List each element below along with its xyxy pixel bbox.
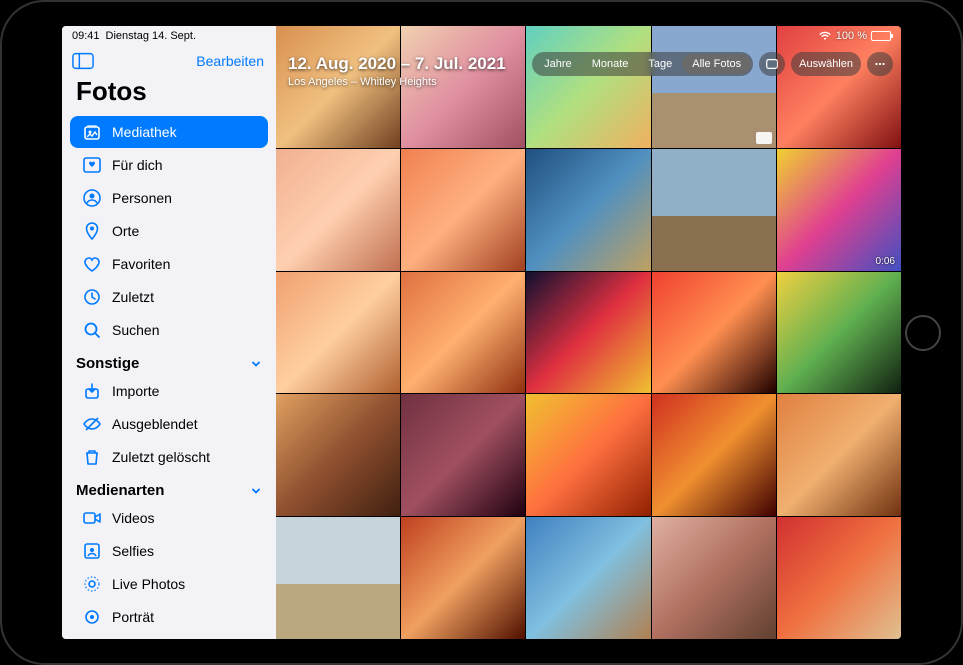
trash-icon xyxy=(82,447,102,467)
import-icon xyxy=(82,381,102,401)
photo-grid-area: 12. Aug. 2020 – 7. Jul. 2021 Los Angeles… xyxy=(276,26,901,639)
sidebar-toggle-icon[interactable] xyxy=(72,52,94,70)
edit-button[interactable]: Bearbeiten xyxy=(196,53,264,69)
photo-thumb[interactable] xyxy=(777,26,901,148)
sidebar-item-label: Importe xyxy=(112,383,159,399)
clock-icon xyxy=(82,287,102,307)
photo-thumb[interactable] xyxy=(652,394,776,516)
search-icon xyxy=(82,320,102,340)
photo-thumb[interactable] xyxy=(276,394,400,516)
segment-jahre[interactable]: Jahre xyxy=(534,54,582,74)
ellipsis-icon xyxy=(873,57,887,71)
segment-tage[interactable]: Tage xyxy=(638,54,682,74)
grid-controls: Jahre Monate Tage Alle Fotos Auswählen xyxy=(532,52,893,76)
sidebar-item-label: Videos xyxy=(112,510,155,526)
photo-thumb[interactable] xyxy=(777,394,901,516)
grid-header: 12. Aug. 2020 – 7. Jul. 2021 Los Angeles… xyxy=(288,54,506,88)
photo-thumb[interactable] xyxy=(652,272,776,394)
photo-thumb[interactable] xyxy=(276,272,400,394)
sidebar-item-label: Porträt xyxy=(112,609,154,625)
sidebar-item-favoriten[interactable]: Favoriten xyxy=(70,248,268,280)
home-button[interactable] xyxy=(905,315,941,351)
segment-alle-fotos[interactable]: Alle Fotos xyxy=(682,54,751,74)
sidebar-item-label: Orte xyxy=(112,223,139,239)
sidebar-item-fuer-dich[interactable]: Für dich xyxy=(70,149,268,181)
sidebar-item-importe[interactable]: Importe xyxy=(70,375,268,407)
photo-thumb[interactable] xyxy=(401,149,525,271)
places-icon xyxy=(82,221,102,241)
sidebar-section-medienarten[interactable]: Medienarten xyxy=(62,474,276,501)
photo-thumb[interactable] xyxy=(777,517,901,639)
sidebar-item-label: Mediathek xyxy=(112,124,177,140)
live-icon xyxy=(82,574,102,594)
photo-thumb[interactable] xyxy=(526,517,650,639)
photo-thumb[interactable] xyxy=(652,517,776,639)
photo-thumb[interactable] xyxy=(777,272,901,394)
photo-thumb[interactable] xyxy=(401,517,525,639)
video-icon xyxy=(82,508,102,528)
hidden-icon xyxy=(82,414,102,434)
sidebar-item-suchen[interactable]: Suchen xyxy=(70,314,268,346)
sidebar-item-zuletzt-geloescht[interactable]: Zuletzt gelöscht xyxy=(70,441,268,473)
select-button[interactable]: Auswählen xyxy=(791,52,861,76)
for-you-icon xyxy=(82,155,102,175)
photo-grid[interactable]: 0:06 xyxy=(276,26,901,639)
section-label: Medienarten xyxy=(76,482,164,499)
sidebar-item-label: Personen xyxy=(112,190,172,206)
photo-thumb[interactable] xyxy=(276,149,400,271)
sidebar: Bearbeiten Fotos Mediathek Für dich Pers… xyxy=(62,26,276,639)
heart-icon xyxy=(82,254,102,274)
sidebar-list: Mediathek Für dich Personen Orte Favorit… xyxy=(62,115,276,639)
photo-thumb[interactable] xyxy=(526,149,650,271)
sidebar-item-label: Zuletzt xyxy=(112,289,154,305)
chevron-down-icon xyxy=(250,485,262,497)
sidebar-title: Fotos xyxy=(62,74,276,115)
selfie-icon xyxy=(82,541,102,561)
view-segmented-control: Jahre Monate Tage Alle Fotos xyxy=(532,52,753,76)
photo-thumb[interactable] xyxy=(401,272,525,394)
sidebar-item-mediathek[interactable]: Mediathek xyxy=(70,116,268,148)
photo-thumb[interactable] xyxy=(401,394,525,516)
sidebar-section-sonstige[interactable]: Sonstige xyxy=(62,347,276,374)
photo-thumb[interactable] xyxy=(652,149,776,271)
sidebar-item-label: Für dich xyxy=(112,157,163,173)
burst-badge-icon xyxy=(756,132,772,144)
aspect-icon xyxy=(765,57,779,71)
section-label: Sonstige xyxy=(76,355,139,372)
sidebar-item-label: Zuletzt gelöscht xyxy=(112,449,210,465)
photo-thumb[interactable] xyxy=(652,26,776,148)
photo-thumb[interactable] xyxy=(276,517,400,639)
people-icon xyxy=(82,188,102,208)
sidebar-item-label: Selfies xyxy=(112,543,154,559)
photo-thumb[interactable] xyxy=(526,394,650,516)
photo-thumb[interactable]: 0:06 xyxy=(777,149,901,271)
sidebar-item-zuletzt[interactable]: Zuletzt xyxy=(70,281,268,313)
sidebar-item-orte[interactable]: Orte xyxy=(70,215,268,247)
sidebar-item-label: Live Photos xyxy=(112,576,185,592)
aspect-button[interactable] xyxy=(759,52,785,76)
portrait-icon xyxy=(82,607,102,627)
sidebar-item-live-photos[interactable]: Live Photos xyxy=(70,568,268,600)
photo-thumb[interactable] xyxy=(526,272,650,394)
sidebar-item-portraet[interactable]: Porträt xyxy=(70,601,268,633)
sidebar-item-label: Suchen xyxy=(112,322,159,338)
select-label: Auswählen xyxy=(799,58,853,70)
more-button[interactable] xyxy=(867,52,893,76)
sidebar-item-personen[interactable]: Personen xyxy=(70,182,268,214)
sidebar-item-label: Favoriten xyxy=(112,256,170,272)
sidebar-item-label: Ausgeblendet xyxy=(112,416,198,432)
library-icon xyxy=(82,122,102,142)
segment-monate[interactable]: Monate xyxy=(582,54,639,74)
sidebar-item-videos[interactable]: Videos xyxy=(70,502,268,534)
sidebar-item-ausgeblendet[interactable]: Ausgeblendet xyxy=(70,408,268,440)
video-duration-badge: 0:06 xyxy=(876,256,895,267)
sidebar-item-selfies[interactable]: Selfies xyxy=(70,535,268,567)
photo-thumb[interactable] xyxy=(526,26,650,148)
grid-date-range: 12. Aug. 2020 – 7. Jul. 2021 xyxy=(288,54,506,74)
chevron-down-icon xyxy=(250,358,262,370)
grid-location: Los Angeles – Whitley Heights xyxy=(288,76,506,88)
screen: 09:41 Dienstag 14. Sept. 100 % Bearbeite… xyxy=(62,26,901,639)
ipad-frame: 09:41 Dienstag 14. Sept. 100 % Bearbeite… xyxy=(0,0,963,665)
